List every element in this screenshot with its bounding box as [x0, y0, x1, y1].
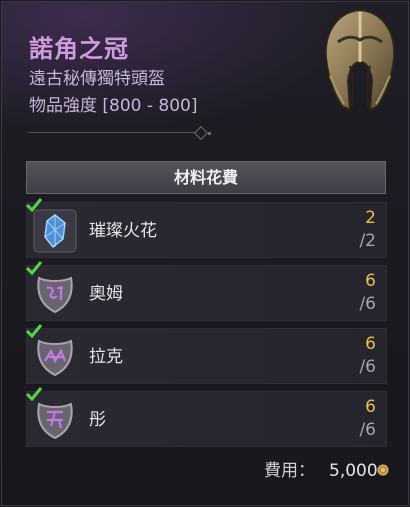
cost-label: 費用：: [264, 461, 315, 481]
checkmark-icon: [25, 261, 43, 276]
material-label: 璀璨火花: [89, 221, 157, 241]
rune-lac-icon: [37, 339, 73, 377]
material-have-count: 6: [365, 397, 376, 417]
rune-tong-icon: [37, 402, 73, 440]
material-need-count: /6: [359, 357, 376, 377]
material-label: 彤: [89, 410, 106, 430]
item-tooltip-panel: 諾角之冠 遠古秘傳獨特頭盔 物品強度 [800 - 800] 材料花費 璀璨火花…: [1, 1, 409, 506]
material-label: 拉克: [89, 347, 123, 367]
spark-gem-icon: [33, 209, 77, 253]
item-type: 遠古秘傳獨特頭盔: [29, 69, 165, 89]
material-label: 奧姆: [89, 284, 123, 304]
rune-om-icon: [37, 276, 73, 314]
material-row-tong: 彤 6 /6: [25, 387, 387, 447]
material-need-count: /6: [359, 420, 376, 440]
gold-coin-icon: [377, 464, 389, 476]
material-need-count: /2: [359, 231, 376, 251]
material-row-spark: 璀璨火花 2 /2: [25, 198, 387, 258]
materials-header: 材料花費: [173, 168, 238, 187]
checkmark-icon: [25, 324, 43, 339]
divider: [28, 132, 194, 133]
helmet-icon: [324, 8, 396, 112]
checkmark-icon: [25, 387, 43, 402]
material-need-count: /6: [359, 294, 376, 314]
item-name: 諾角之冠: [29, 35, 129, 63]
divider-dot: [208, 132, 211, 135]
material-have-count: 2: [365, 208, 376, 228]
material-have-count: 6: [365, 271, 376, 291]
checkmark-icon: [25, 198, 43, 213]
item-strength: 物品強度 [800 - 800]: [29, 96, 198, 116]
material-row-lac: 拉克 6 /6: [25, 324, 387, 384]
materials-header-bar: 材料花費: [26, 161, 386, 194]
material-row-om: 奧姆 6 /6: [25, 261, 387, 321]
material-have-count: 6: [365, 334, 376, 354]
cost-value: 5,000: [329, 461, 378, 481]
